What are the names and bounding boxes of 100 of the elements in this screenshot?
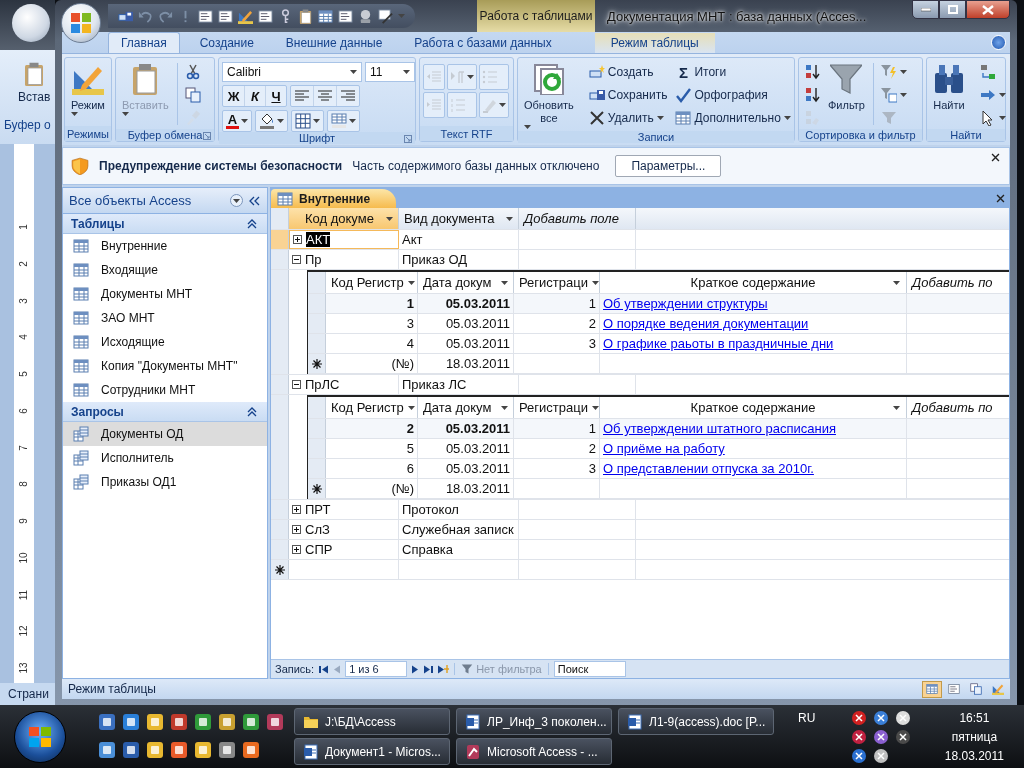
launcher-icon[interactable]	[266, 712, 284, 731]
taskbar-button[interactable]: Microsoft Access - ...	[456, 738, 612, 765]
office-button[interactable]	[61, 3, 101, 43]
navigation-item[interactable]: Приказы ОД1	[63, 470, 267, 494]
expand-icon[interactable]	[292, 525, 301, 534]
launcher-icon[interactable]	[194, 740, 212, 759]
launcher-icon[interactable]	[98, 712, 116, 731]
column-header[interactable]: Регистраци	[514, 397, 600, 418]
record-link[interactable]: О графике раьоты в праздничные дни	[603, 336, 834, 351]
tray-icon[interactable]	[895, 728, 912, 745]
ribbon-tab[interactable]: Режим таблицы	[594, 33, 715, 53]
column-header[interactable]: Код Регистр	[326, 272, 418, 293]
launcher-icon[interactable]	[218, 712, 236, 731]
section-header[interactable]: Таблицы	[63, 214, 267, 234]
navigation-item[interactable]: Исполнитель	[63, 446, 267, 470]
clipboard-icon[interactable]	[298, 8, 313, 24]
font-field[interactable]: Calibri	[222, 62, 362, 82]
tray-icon[interactable]	[873, 747, 890, 764]
large-button[interactable]: Обновить все	[521, 61, 577, 131]
section-header[interactable]: Запросы	[63, 402, 267, 422]
record-link[interactable]: Об утверждении штатного расписания	[603, 421, 836, 436]
column-header[interactable]: Вид документа	[399, 208, 519, 229]
column-header[interactable]: Краткое содержание	[600, 397, 907, 418]
ribbon-tab[interactable]: Работа с базами данных	[402, 33, 564, 53]
first-record-icon[interactable]	[319, 664, 329, 674]
form-icon[interactable]	[198, 8, 213, 24]
record-position-field[interactable]: 1 из 6	[345, 661, 408, 677]
ribbon-tab[interactable]: Внешние данные	[273, 33, 395, 53]
launcher-icon[interactable]	[146, 712, 164, 731]
ribbon-button[interactable]: Создать	[586, 61, 670, 83]
launcher-icon[interactable]	[122, 712, 140, 731]
pencil-ruler-icon[interactable]	[238, 8, 253, 24]
new-record-icon[interactable]	[438, 664, 450, 674]
wand-icon[interactable]	[378, 8, 393, 24]
launcher-icon[interactable]	[98, 740, 116, 759]
next-record-icon[interactable]	[412, 664, 420, 674]
launcher-icon[interactable]	[218, 740, 236, 759]
form-icon[interactable]	[218, 8, 233, 24]
gridlines-button[interactable]	[328, 111, 359, 131]
ribbon-button[interactable]: Сохранить	[586, 84, 670, 106]
format-button[interactable]: К	[244, 86, 265, 106]
tray-icon[interactable]	[851, 747, 868, 764]
navigation-item[interactable]: Копия "Документы МНТ"	[63, 354, 267, 378]
expand-icon[interactable]	[292, 505, 301, 514]
column-header[interactable]: Добавить по	[907, 397, 1009, 418]
font-color-button[interactable]: A	[223, 111, 251, 131]
large-button[interactable]: Встав	[4, 62, 51, 104]
column-header[interactable]: Дата докум	[418, 397, 514, 418]
last-record-icon[interactable]	[424, 664, 434, 674]
taskbar-button[interactable]: ЛР_Инф_3 поколен...	[456, 708, 612, 735]
collapse-icon[interactable]	[292, 255, 301, 264]
collapse-icon[interactable]	[292, 380, 301, 389]
font-size-field[interactable]: 11	[365, 62, 415, 82]
options-button[interactable]: Параметры...	[615, 155, 722, 177]
view-button[interactable]	[922, 680, 942, 698]
expand-icon[interactable]	[292, 545, 301, 554]
navigation-item[interactable]: Документы ОД	[63, 422, 267, 446]
dropdown-icon[interactable]	[230, 194, 243, 207]
record-link[interactable]: О приёме на работу	[603, 441, 725, 456]
ribbon-button[interactable]: Σ Итоги	[673, 61, 793, 83]
column-header[interactable]: Добавить по	[907, 272, 1009, 293]
tray-icon[interactable]	[873, 709, 890, 726]
column-header[interactable]: Регистраци	[514, 272, 600, 293]
gridlines-button[interactable]	[292, 111, 323, 131]
column-header[interactable]: Код Регистр	[326, 397, 418, 418]
form-icon[interactable]	[258, 8, 273, 24]
navigation-item[interactable]: Внутренние	[63, 234, 267, 258]
close-button[interactable]	[966, 0, 1010, 19]
large-button[interactable]: Фильтр	[825, 61, 868, 129]
large-button[interactable]: Режим	[68, 61, 108, 126]
collapse-icon[interactable]	[247, 406, 257, 417]
minimize-button[interactable]	[912, 0, 939, 19]
language-indicator[interactable]: RU	[798, 711, 816, 725]
large-button[interactable]: Найти	[930, 61, 968, 129]
ribbon-button[interactable]: Удалить	[586, 107, 670, 129]
taskbar-button[interactable]: Л1-9(access).doc [P...	[618, 708, 774, 735]
launcher-icon[interactable]	[242, 712, 260, 731]
ribbon-tab[interactable]: Создание	[187, 33, 266, 53]
tray-icon[interactable]	[851, 709, 868, 726]
ribbon-button[interactable]: Дополнительно	[673, 107, 793, 129]
column-header[interactable]: Краткое содержание	[600, 272, 907, 293]
record-link[interactable]: О представлении отпуска за 2010г.	[603, 461, 814, 476]
ribbon-button[interactable]: Орфография	[673, 84, 793, 106]
column-header[interactable]: Дата докум	[418, 272, 514, 293]
format-button[interactable]: Ч	[265, 86, 286, 106]
collapse-pane-icon[interactable]	[249, 195, 261, 206]
form-icon[interactable]	[338, 8, 353, 24]
record-link[interactable]: Об утверждении структуры	[603, 296, 768, 311]
close-icon[interactable]	[990, 152, 1001, 163]
taskbar-button[interactable]: Документ1 - Micros...	[294, 738, 450, 765]
navigation-item[interactable]: Сотрудники МНТ	[63, 378, 267, 402]
ribbon-tab[interactable]: Главная	[108, 32, 180, 53]
launcher-icon[interactable]	[122, 740, 140, 759]
document-tab[interactable]: Внутренние	[271, 189, 397, 208]
record-link[interactable]: О порядке ведения документации	[603, 316, 809, 331]
expand-icon[interactable]	[293, 235, 302, 244]
table-icon[interactable]	[318, 8, 333, 24]
tray-icon[interactable]	[895, 709, 912, 726]
collapse-icon[interactable]	[247, 218, 257, 229]
navigation-item[interactable]: ЗАО МНТ	[63, 306, 267, 330]
